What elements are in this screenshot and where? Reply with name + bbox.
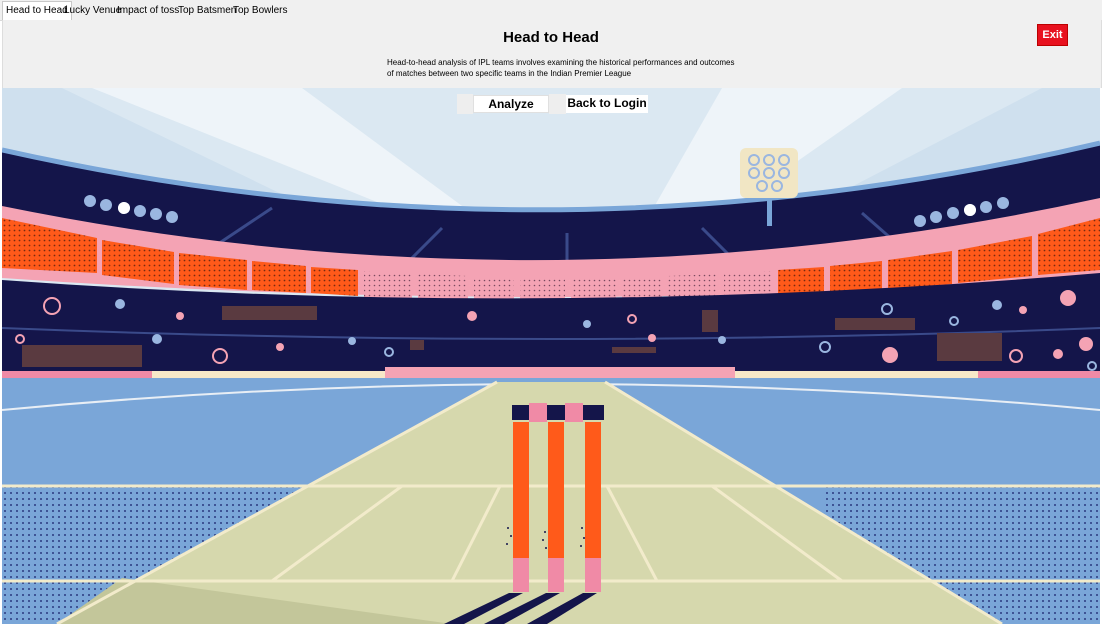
analyze-button-left-pad — [457, 94, 473, 114]
tab-bar: Head to Head Lucky Venue Impact of toss … — [0, 0, 1102, 21]
exit-button[interactable]: Exit — [1037, 24, 1068, 46]
page-description: Head-to-head analysis of IPL teams invol… — [387, 58, 735, 78]
tab-top-bowlers[interactable]: Top Bowlers — [230, 3, 290, 20]
page-title: Head to Head — [503, 29, 599, 46]
analyze-button[interactable]: Analyze — [473, 95, 549, 113]
back-to-login-button[interactable]: Back to Login — [566, 95, 648, 113]
stadium-background-image — [2, 88, 1100, 624]
button-separator — [549, 94, 566, 114]
tab-impact-of-toss[interactable]: Impact of toss — [114, 3, 182, 20]
